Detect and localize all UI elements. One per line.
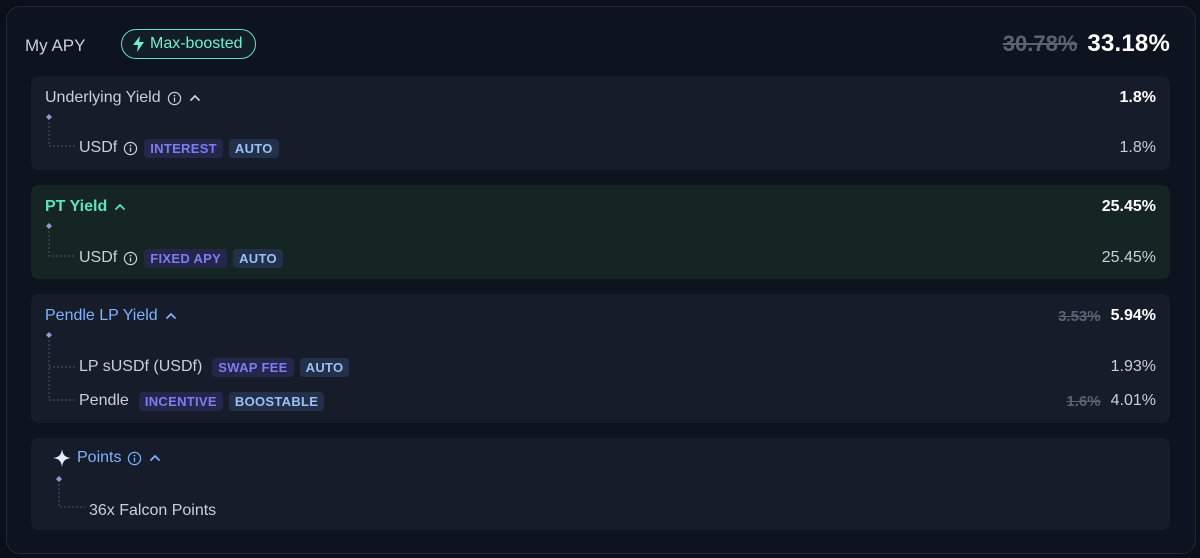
asset-value: 25.45% [1101, 249, 1156, 266]
pt-yield-value: 25.45% [1101, 198, 1156, 215]
points-header[interactable]: Points [31, 446, 1170, 470]
list-item: LP sUSDf (USDf) SWAP FEE AUTO 1.93% [31, 355, 1170, 379]
max-boosted-badge[interactable]: Max-boosted [121, 29, 256, 59]
list-item: USDf INTEREST AUTO 1.8% [31, 136, 1170, 160]
chevron-up-icon[interactable] [148, 451, 162, 465]
chevron-up-icon[interactable] [113, 200, 127, 214]
chevron-up-icon[interactable] [188, 91, 202, 105]
points-name: 36x Falcon Points [89, 502, 217, 519]
list-item: USDf FIXED APY AUTO 25.45% [31, 246, 1170, 270]
asset-value: 4.01% [1110, 392, 1156, 409]
interest-tag: INTEREST [144, 138, 223, 158]
asset-old-value: 1.6% [1066, 392, 1101, 410]
list-item: 36x Falcon Points [31, 499, 1170, 523]
auto-tag: AUTO [299, 357, 350, 377]
info-icon[interactable] [167, 91, 182, 106]
info-icon[interactable] [127, 451, 142, 466]
asset-name: USDf [79, 249, 118, 266]
auto-tag: AUTO [228, 138, 279, 158]
lightning-icon [133, 36, 144, 52]
boostable-tag: BOOSTABLE [228, 391, 325, 411]
pt-yield-header[interactable]: PT Yield 25.45% [31, 195, 1170, 219]
info-icon[interactable] [123, 251, 138, 266]
auto-tag: AUTO [233, 248, 283, 268]
badge-label: Max-boosted [150, 35, 243, 52]
asset-name: LP sUSDf (USDf) [79, 358, 203, 375]
fixed-apy-tag: FIXED APY [144, 248, 228, 268]
underlying-yield-title: Underlying Yield [45, 89, 161, 106]
lp-yield-value: 5.94% [1110, 307, 1156, 324]
asset-value: 1.8% [1119, 139, 1156, 156]
chevron-up-icon[interactable] [164, 309, 178, 323]
list-item: Pendle INCENTIVE BOOSTABLE 1.6% 4.01% [31, 389, 1170, 413]
pendle-lp-yield-card: Pendle LP Yield 3.53% 5.94% LP sUSDf (US… [31, 294, 1170, 423]
info-icon[interactable] [123, 141, 138, 156]
points-title: Points [77, 449, 122, 466]
lp-yield-old-value: 3.53% [1058, 307, 1101, 325]
pendle-lp-yield-header[interactable]: Pendle LP Yield 3.53% 5.94% [31, 304, 1170, 328]
apy-current-value: 33.18% [1087, 30, 1170, 57]
apy-header: My APY Max-boosted 30.78% 33.18% [24, 24, 1170, 66]
underlying-yield-value: 1.8% [1119, 89, 1156, 106]
underlying-yield-header[interactable]: Underlying Yield 1.8% [31, 86, 1170, 110]
incentive-tag: INCENTIVE [138, 391, 223, 411]
underlying-yield-card: Underlying Yield 1.8% USDf INTEREST AUTO [31, 76, 1170, 170]
sparkle-icon [53, 449, 71, 467]
asset-name: Pendle [79, 392, 129, 409]
points-card: Points 36x Falcon Points [31, 438, 1170, 530]
apy-values: 30.78% 33.18% [1003, 30, 1170, 58]
asset-value: 1.93% [1110, 358, 1156, 375]
swap-fee-tag: SWAP FEE [212, 357, 294, 377]
asset-name: USDf [79, 139, 118, 156]
apy-title: My APY [25, 36, 86, 55]
apy-old-value: 30.78% [1002, 31, 1078, 56]
pt-yield-title: PT Yield [45, 198, 108, 215]
pt-yield-card: PT Yield 25.45% USDf FIXED APY AUTO 25.4… [31, 185, 1170, 279]
pendle-lp-yield-title: Pendle LP Yield [45, 307, 158, 324]
